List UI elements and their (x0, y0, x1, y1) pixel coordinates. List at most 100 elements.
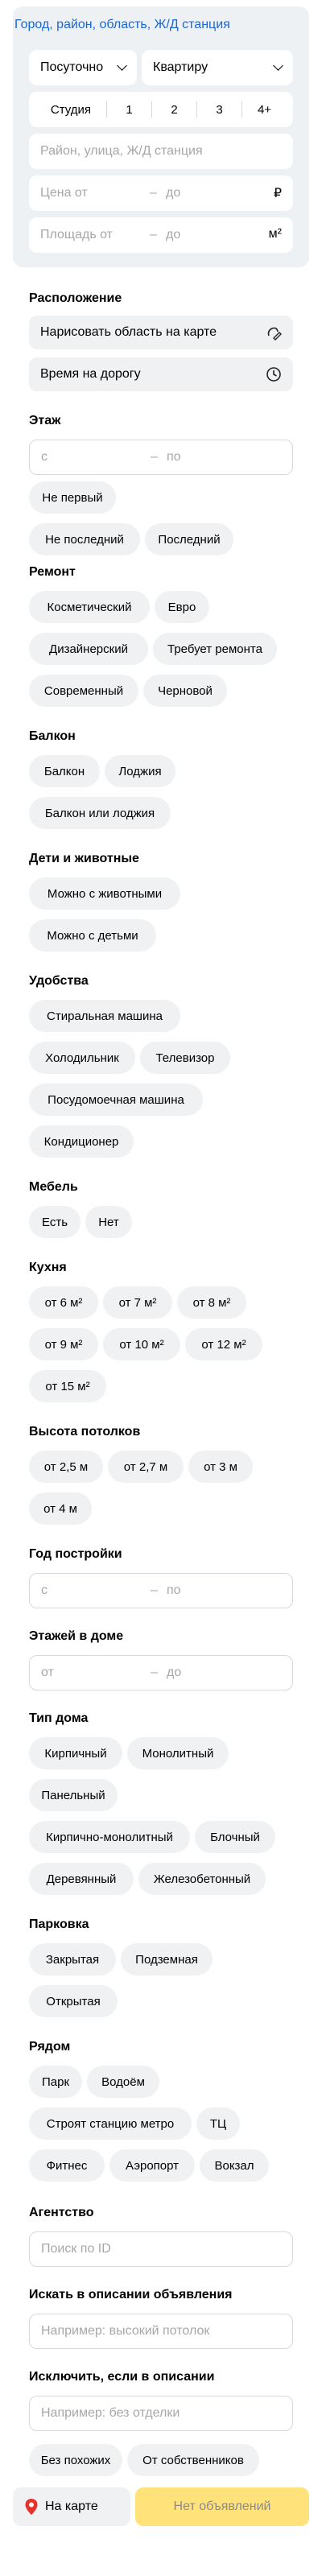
chip-ceiling-2-7[interactable]: от 2,7 м (108, 1451, 184, 1483)
search-desc-input[interactable]: Например: высокий потолок (29, 2314, 293, 2349)
nearby-title: Рядом (29, 2040, 71, 2054)
travel-time-button[interactable]: Время на дорогу (29, 357, 293, 391)
chip-nearby-fitness[interactable]: Фитнес (29, 2149, 105, 2182)
price-from-placeholder: Цена от (40, 186, 88, 200)
draw-area-icon (267, 327, 282, 341)
exclude-desc-input[interactable]: Например: без отделки (29, 2396, 293, 2431)
address-input[interactable]: Район, улица, Ж/Д станция (29, 134, 293, 169)
chip-renovation-modern[interactable]: Современный (29, 675, 138, 707)
map-button[interactable]: На карте (13, 2487, 130, 2526)
floor-range-dash: – (151, 450, 158, 464)
chip-house-reinforced-concrete[interactable]: Железобетонный (138, 1863, 266, 1895)
exclude-desc-placeholder: Например: без отделки (41, 2406, 180, 2420)
chip-renovation-rough[interactable]: Черновой (143, 675, 227, 707)
agency-search-placeholder: Поиск по ID (41, 2242, 111, 2256)
rooms-option-3[interactable]: 3 (197, 103, 242, 117)
floor-range-input[interactable]: с – по (29, 440, 293, 475)
chip-parking-closed[interactable]: Закрытая (29, 1943, 116, 1975)
chip-kids-allowed[interactable]: Можно с детьми (29, 919, 156, 952)
rooms-option-2[interactable]: 2 (152, 103, 196, 117)
chip-kitchen-10[interactable]: от 10 м² (103, 1328, 180, 1360)
price-range-dash: – (150, 186, 157, 200)
year-range-input[interactable]: с – по (29, 1573, 293, 1608)
rooms-selector: Студия 1 2 3 4+ (29, 92, 293, 127)
chip-house-wooden[interactable]: Деревянный (29, 1863, 134, 1895)
chip-renovation-euro[interactable]: Евро (155, 591, 209, 623)
chip-renovation-cosmetic[interactable]: Косметический (29, 591, 150, 623)
chip-furniture-yes[interactable]: Есть (29, 1206, 80, 1238)
chip-nearby-water[interactable]: Водоём (87, 2066, 159, 2098)
floors-total-range-dash: – (151, 1666, 158, 1679)
geo-search-link[interactable]: Город, район, область, Ж/Д станция (14, 18, 230, 32)
agency-search-input[interactable]: Поиск по ID (29, 2231, 293, 2267)
chip-kitchen-6[interactable]: от 6 м² (29, 1286, 98, 1319)
chip-nearby-mall[interactable]: ТЦ (196, 2107, 240, 2140)
chip-kitchen-8[interactable]: от 8 м² (177, 1286, 246, 1319)
area-range[interactable]: Площадь от – до м² (29, 217, 293, 253)
kitchen-title: Кухня (29, 1261, 67, 1274)
chip-washing-machine[interactable]: Стиральная машина (29, 1000, 180, 1032)
chip-kitchen-9[interactable]: от 9 м² (29, 1328, 98, 1360)
deal-type-select[interactable]: Посуточно (29, 50, 137, 85)
chip-no-similar[interactable]: Без похожих (29, 2444, 122, 2476)
chip-dishwasher[interactable]: Посудомоечная машина (29, 1084, 203, 1116)
chip-ceiling-4[interactable]: от 4 м (29, 1492, 92, 1525)
chip-renovation-designer[interactable]: Дизайнерский (29, 633, 148, 665)
chip-not-first[interactable]: Не первый (29, 481, 116, 514)
rooms-option-4plus[interactable]: 4+ (242, 103, 287, 117)
search-desc-title: Искать в описании объявления (29, 2288, 233, 2301)
chip-loggia[interactable]: Лоджия (105, 755, 175, 787)
draw-area-button[interactable]: Нарисовать область на карте (29, 316, 293, 349)
search-desc-placeholder: Например: высокий потолок (41, 2324, 210, 2338)
chip-last[interactable]: Последний (145, 523, 233, 555)
chip-ceiling-2-5[interactable]: от 2,5 м (29, 1451, 103, 1483)
area-to-placeholder: до (166, 228, 181, 242)
deal-type-value: Посуточно (40, 60, 104, 74)
chip-nearby-park[interactable]: Парк (29, 2066, 82, 2098)
floors-total-title: Этажей в доме (29, 1629, 124, 1643)
area-from-placeholder: Площадь от (40, 228, 113, 242)
floors-total-range-input[interactable]: от – до (29, 1655, 293, 1690)
chip-kitchen-12[interactable]: от 12 м² (185, 1328, 262, 1360)
chip-house-panel[interactable]: Панельный (29, 1779, 118, 1811)
object-type-select[interactable]: Квартиру (142, 50, 293, 85)
floor-title: Этаж (29, 414, 61, 427)
address-placeholder: Район, улица, Ж/Д станция (40, 144, 203, 158)
chip-pets-allowed[interactable]: Можно с животными (29, 877, 180, 910)
chip-air-conditioner[interactable]: Кондиционер (29, 1125, 134, 1158)
chip-house-brick-monolith[interactable]: Кирпично-монолитный (29, 1821, 190, 1853)
bottom-bar: На карте Нет объявлений (13, 2487, 309, 2526)
chip-tv[interactable]: Телевизор (140, 1042, 230, 1074)
area-unit: м² (268, 227, 282, 241)
rooms-option-studio[interactable]: Студия (35, 103, 106, 117)
chip-kitchen-7[interactable]: от 7 м² (103, 1286, 172, 1319)
chip-nearby-airport[interactable]: Аэропорт (109, 2149, 195, 2182)
ceiling-title: Высота потолков (29, 1425, 141, 1439)
currency-unit: ₽ (273, 187, 282, 200)
chip-house-block[interactable]: Блочный (195, 1821, 275, 1853)
chip-house-monolith[interactable]: Монолитный (127, 1737, 229, 1769)
area-range-dash: – (150, 228, 157, 242)
show-results-button[interactable]: Нет объявлений (135, 2487, 309, 2526)
chip-renovation-needs-repair[interactable]: Требует ремонта (153, 633, 277, 665)
chip-ceiling-3[interactable]: от 3 м (188, 1451, 253, 1483)
floors-total-from-placeholder: от (41, 1666, 54, 1679)
chip-house-brick[interactable]: Кирпичный (29, 1737, 122, 1769)
rooms-option-1[interactable]: 1 (107, 103, 151, 117)
chip-parking-open[interactable]: Открытая (29, 1985, 118, 2017)
price-range[interactable]: Цена от – до ₽ (29, 175, 293, 211)
chip-from-owners[interactable]: От собственников (127, 2444, 259, 2476)
kids-pets-title: Дети и животные (29, 852, 139, 865)
chip-nearby-station[interactable]: Вокзал (200, 2149, 269, 2182)
year-range-dash: – (151, 1583, 158, 1597)
chip-nearby-metro-construction[interactable]: Строят станцию метро (29, 2107, 192, 2140)
renovation-title: Ремонт (29, 565, 76, 579)
chip-parking-underground[interactable]: Подземная (121, 1943, 213, 1975)
agency-title: Агентство (29, 2206, 94, 2219)
chip-not-last[interactable]: Не последний (29, 523, 140, 555)
chip-balcony[interactable]: Балкон (29, 755, 100, 787)
chip-fridge[interactable]: Холодильник (29, 1042, 135, 1074)
chip-kitchen-15[interactable]: от 15 м² (29, 1370, 106, 1402)
chip-furniture-no[interactable]: Нет (85, 1206, 132, 1238)
chip-balcony-or-loggia[interactable]: Балкон или лоджия (29, 797, 171, 829)
